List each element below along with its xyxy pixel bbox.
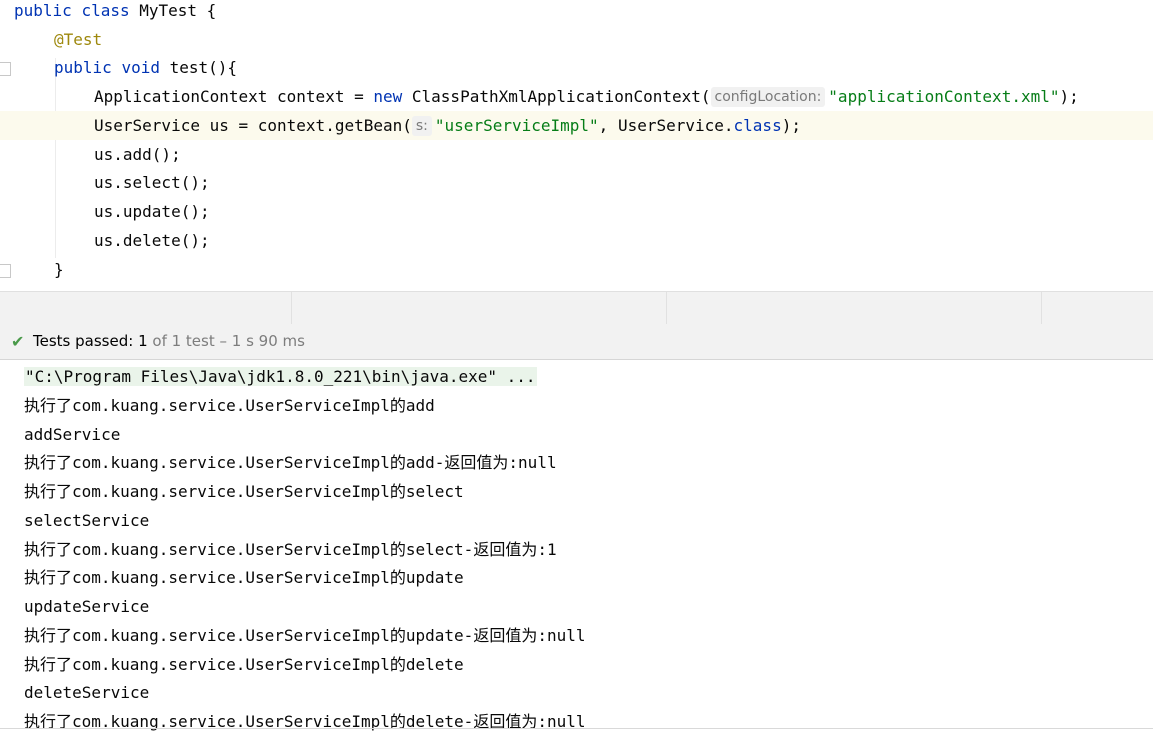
string-literal: "applicationContext.xml" (828, 87, 1060, 106)
code-line-annotation[interactable]: @Test (0, 25, 1153, 54)
console-line: addService (24, 425, 121, 444)
class-name: MyTest { (139, 1, 217, 20)
code-text: , UserService. (598, 116, 734, 135)
check-icon: ✔ (11, 332, 25, 351)
console-line: 执行了com.kuang.service.UserServiceImpl的del… (24, 655, 464, 674)
code-line-class-decl[interactable]: public class MyTest { (0, 0, 1153, 25)
divider (666, 292, 667, 325)
code-text: us.delete(); (94, 231, 210, 250)
console-line: selectService (24, 511, 150, 530)
code-line-add[interactable]: us.add(); (0, 140, 1153, 169)
keyword: public (54, 58, 112, 77)
code-text: us.select(); (94, 173, 210, 192)
parameter-hint: configLocation: (710, 87, 826, 107)
console-line: deleteService (24, 683, 150, 702)
console-line: 执行了com.kuang.service.UserServiceImpl的add… (24, 453, 557, 472)
code-text: us.add(); (94, 145, 181, 164)
keyword: public (14, 1, 72, 20)
test-status-text: Tests passed: 1 of 1 test – 1 s 90 ms (33, 324, 305, 359)
java-command: "C:\Program Files\Java\jdk1.8.0_221\bin\… (24, 367, 537, 386)
keyword: new (373, 87, 403, 106)
code-line-update[interactable]: us.update(); (0, 197, 1153, 226)
string-literal: "userServiceImpl" (434, 116, 599, 135)
code-text: us.update(); (94, 202, 210, 221)
console-line: 执行了com.kuang.service.UserServiceImpl的sel… (24, 540, 557, 559)
code-line-closing-brace[interactable]: } (0, 255, 1153, 284)
console-line: 执行了com.kuang.service.UserServiceImpl的del… (24, 712, 586, 731)
code-text: UserService us = context.getBean( (94, 116, 412, 135)
console-command-line[interactable]: "C:\Program Files\Java\jdk1.8.0_221\bin\… (24, 362, 537, 391)
test-status-bar: ✔ Tests passed: 1 of 1 test – 1 s 90 ms (0, 324, 1153, 360)
code-line-method-decl[interactable]: public void test(){ (0, 53, 1153, 82)
annotation: @Test (54, 30, 103, 49)
divider (1041, 292, 1042, 325)
passed-count: 1 (138, 332, 148, 350)
code-line-getbean-current[interactable]: UserService us = context.getBean(s: "user… (0, 111, 1153, 140)
keyword: void (121, 58, 160, 77)
code-text: ClassPathXmlApplicationContext( (402, 87, 711, 106)
status-label: Tests passed: (33, 332, 134, 350)
method-signature: test(){ (169, 58, 238, 77)
code-text: ); (781, 116, 801, 135)
divider (291, 292, 292, 325)
code-text: ); (1059, 87, 1079, 106)
code-editor[interactable]: public class MyTest { @Test public void … (0, 0, 1153, 291)
divider (0, 728, 1153, 729)
keyword: class (81, 1, 130, 20)
parameter-hint: s: (411, 116, 432, 136)
console-line: 执行了com.kuang.service.UserServiceImpl的add (24, 396, 435, 415)
console-line: updateService (24, 597, 150, 616)
keyword: class (733, 116, 782, 135)
console-line: 执行了com.kuang.service.UserServiceImpl的sel… (24, 482, 464, 501)
code-line-delete[interactable]: us.delete(); (0, 226, 1153, 255)
code-text: ApplicationContext context = (94, 87, 374, 106)
console-output[interactable]: "C:\Program Files\Java\jdk1.8.0_221\bin\… (0, 360, 1153, 733)
status-detail: of 1 test – 1 s 90 ms (152, 332, 305, 350)
panel-splitter[interactable] (0, 291, 1153, 325)
console-line: 执行了com.kuang.service.UserServiceImpl的upd… (24, 568, 464, 587)
code-line-context[interactable]: ApplicationContext context = new ClassPa… (0, 82, 1153, 111)
console-line: 执行了com.kuang.service.UserServiceImpl的upd… (24, 626, 586, 645)
code-text: } (54, 260, 64, 279)
code-line-select[interactable]: us.select(); (0, 168, 1153, 197)
